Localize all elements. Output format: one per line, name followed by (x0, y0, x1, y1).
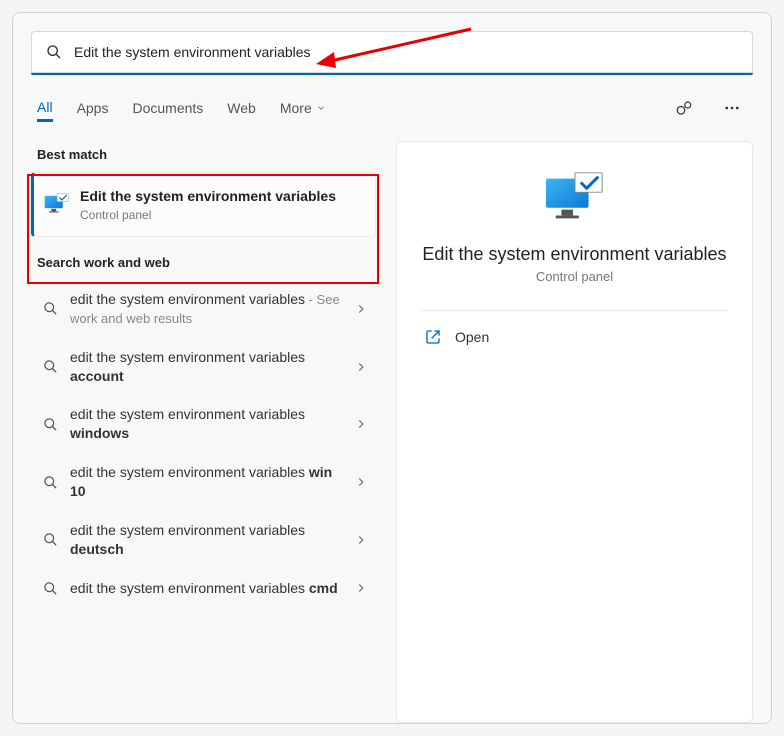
open-action[interactable]: Open (421, 311, 728, 363)
suggestion-item[interactable]: edit the system environment variables cm… (31, 569, 376, 608)
results-column: Best match Edit the system environment v… (31, 141, 376, 723)
search-icon (43, 581, 58, 596)
suggestion-item[interactable]: edit the system environment variables wi… (31, 395, 376, 453)
suggestion-text: edit the system environment variables wi… (70, 463, 342, 501)
detail-title: Edit the system environment variables (422, 244, 726, 265)
suggestion-item[interactable]: edit the system environment variables wi… (31, 453, 376, 511)
search-work-web-label: Search work and web (37, 255, 376, 270)
best-match-title: Edit the system environment variables (80, 187, 336, 206)
work-profile-button[interactable] (669, 93, 699, 123)
chevron-right-icon (354, 475, 368, 489)
filter-tabs: All Apps Documents Web More (31, 87, 753, 123)
suggestion-text: edit the system environment variables - … (70, 290, 342, 328)
open-external-icon (425, 329, 441, 345)
suggestion-list: edit the system environment variables - … (31, 280, 376, 608)
best-match-subtitle: Control panel (80, 208, 336, 222)
search-window: All Apps Documents Web More Best match (12, 12, 772, 724)
monitor-check-icon-large (544, 170, 606, 226)
search-icon (46, 44, 62, 60)
chevron-right-icon (354, 581, 368, 595)
suggestion-item[interactable]: edit the system environment variables de… (31, 511, 376, 569)
suggestion-text: edit the system environment variables ac… (70, 348, 342, 386)
suggestion-text: edit the system environment variables cm… (70, 579, 342, 598)
search-icon (43, 301, 58, 316)
tab-documents[interactable]: Documents (132, 96, 203, 120)
tab-more-label: More (280, 100, 312, 116)
open-label: Open (455, 329, 489, 345)
search-focus-underline (31, 73, 753, 75)
tab-all[interactable]: All (37, 95, 53, 122)
search-icon (43, 475, 58, 490)
tab-apps[interactable]: Apps (77, 96, 109, 120)
search-bar[interactable] (31, 31, 753, 73)
monitor-check-icon (44, 192, 70, 216)
detail-subtitle: Control panel (536, 269, 613, 284)
chevron-right-icon (354, 533, 368, 547)
chevron-right-icon (354, 417, 368, 431)
best-match-label: Best match (37, 147, 376, 162)
more-options-button[interactable] (717, 93, 747, 123)
chevron-down-icon (316, 103, 326, 113)
search-icon (43, 532, 58, 547)
suggestion-item[interactable]: edit the system environment variables ac… (31, 338, 376, 396)
tab-more[interactable]: More (280, 96, 326, 120)
chevron-right-icon (354, 302, 368, 316)
suggestion-text: edit the system environment variables de… (70, 521, 342, 559)
tab-web[interactable]: Web (227, 96, 256, 120)
detail-panel: Edit the system environment variables Co… (396, 141, 753, 723)
suggestion-item[interactable]: edit the system environment variables - … (31, 280, 376, 338)
best-match-result[interactable]: Edit the system environment variables Co… (31, 172, 376, 237)
work-profile-icon (675, 99, 693, 117)
search-icon (43, 359, 58, 374)
ellipsis-icon (723, 99, 741, 117)
chevron-right-icon (354, 360, 368, 374)
search-icon (43, 417, 58, 432)
suggestion-text: edit the system environment variables wi… (70, 405, 342, 443)
search-input[interactable] (74, 44, 738, 60)
